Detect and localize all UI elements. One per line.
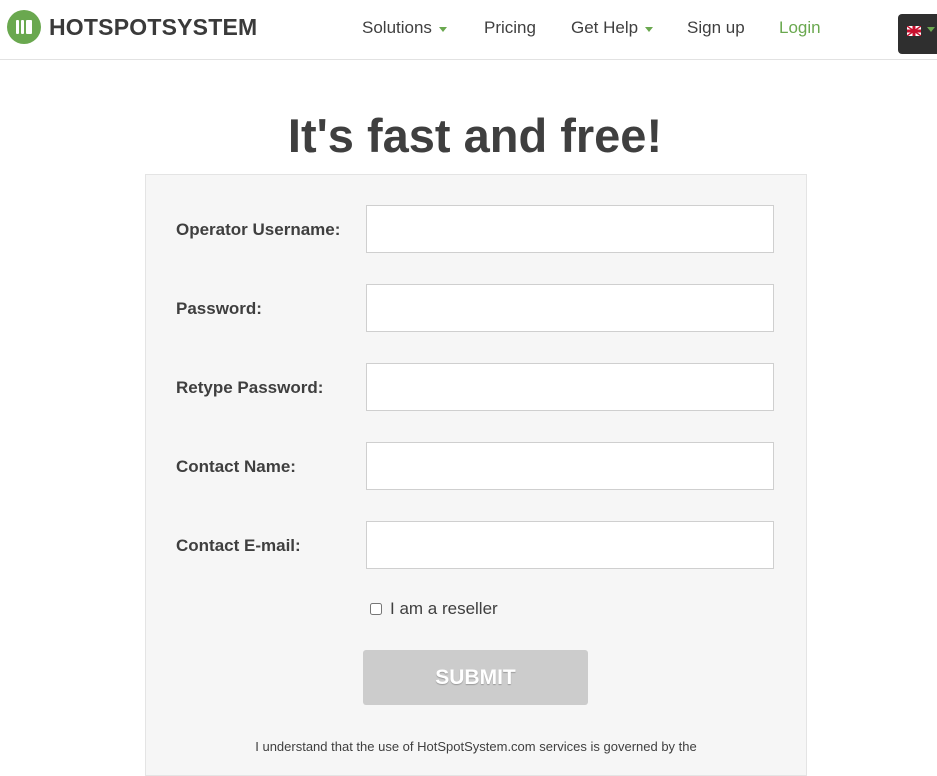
retype-password-label: Retype Password: xyxy=(176,378,324,397)
password-label: Password: xyxy=(176,299,262,318)
page-title: It's fast and free! xyxy=(287,109,663,162)
brand-name: HOTSPOTSYSTEM xyxy=(49,13,258,40)
form-row-password: Password: xyxy=(176,284,786,334)
nav-solutions-label: Solutions xyxy=(362,18,432,37)
reseller-label[interactable]: I am a reseller xyxy=(390,599,498,619)
submit-button[interactable]: SUBMIT xyxy=(363,650,588,705)
terms-text: I understand that the use of HotSpotSyst… xyxy=(255,739,697,754)
contact-email-label: Contact E-mail: xyxy=(176,536,301,555)
form-row-contact-email: Contact E-mail: xyxy=(176,521,786,571)
form-row-retype-password: Retype Password: xyxy=(176,363,786,413)
chevron-down-icon xyxy=(927,27,935,32)
form-row-contact-name: Contact Name: xyxy=(176,442,786,492)
chevron-down-icon xyxy=(438,26,447,32)
reseller-option: I am a reseller xyxy=(370,599,498,619)
password-input[interactable] xyxy=(366,284,774,332)
nav-login[interactable]: Login xyxy=(779,18,821,38)
logo-icon xyxy=(7,10,41,44)
username-input[interactable] xyxy=(366,205,774,253)
uk-flag-icon xyxy=(907,26,921,36)
contact-name-input[interactable] xyxy=(366,442,774,490)
retype-password-input[interactable] xyxy=(366,363,774,411)
nav-get-help[interactable]: Get Help xyxy=(571,18,654,38)
nav-solutions[interactable]: Solutions xyxy=(362,18,447,38)
contact-email-input[interactable] xyxy=(366,521,774,569)
logo[interactable]: HOTSPOTSYSTEM xyxy=(7,10,257,44)
nav-sign-up[interactable]: Sign up xyxy=(687,18,745,38)
nav-sign-up-label: Sign up xyxy=(687,18,745,37)
signup-form: Operator Username: Password: Retype Pass… xyxy=(145,174,807,776)
nav-pricing-label: Pricing xyxy=(484,18,536,37)
nav-get-help-label: Get Help xyxy=(571,18,639,37)
contact-name-label: Contact Name: xyxy=(176,457,296,476)
nav-login-label: Login xyxy=(779,18,821,37)
language-selector[interactable] xyxy=(898,14,937,54)
reseller-checkbox[interactable] xyxy=(370,603,382,615)
site-header: HOTSPOTSYSTEM Solutions Pricing Get Help… xyxy=(0,0,937,60)
form-row-username: Operator Username: xyxy=(176,205,786,255)
chevron-down-icon xyxy=(645,26,654,32)
username-label: Operator Username: xyxy=(176,220,341,239)
nav-pricing[interactable]: Pricing xyxy=(484,18,536,38)
